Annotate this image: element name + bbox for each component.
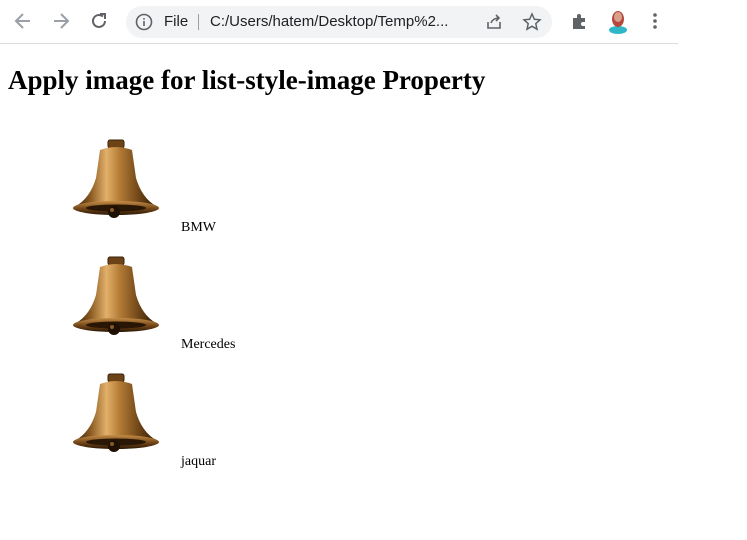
reload-icon[interactable] [86,8,112,34]
info-icon[interactable] [134,12,154,32]
list-item: Mercedes [0,255,300,365]
bell-icon [72,256,160,336]
list-item-label: jaquar [181,454,216,469]
share-icon[interactable] [482,10,506,34]
bell-icon [72,373,160,453]
page-title: Apply image for list-style-image Propert… [8,65,486,95]
address-divider [198,14,199,30]
bell-icon [72,139,160,219]
browser-toolbar: File C:/Users/hatem/Desktop/Temp%2... [0,0,678,44]
list-item-label: Mercedes [181,337,236,352]
forward-arrow-icon[interactable] [48,8,74,34]
list-item: jaquar [0,372,300,482]
extensions-icon[interactable] [566,8,592,34]
file-label: File [164,13,189,30]
list-item-label: BMW [181,220,216,235]
back-arrow-icon[interactable] [10,8,36,34]
address-bar[interactable]: File C:/Users/hatem/Desktop/Temp%2... [126,6,552,38]
profile-avatar[interactable] [605,8,631,34]
more-vertical-icon[interactable] [642,8,668,34]
list-item: BMW [0,138,300,248]
url-text[interactable]: C:/Users/hatem/Desktop/Temp%2... [210,13,448,30]
star-icon[interactable] [520,10,544,34]
